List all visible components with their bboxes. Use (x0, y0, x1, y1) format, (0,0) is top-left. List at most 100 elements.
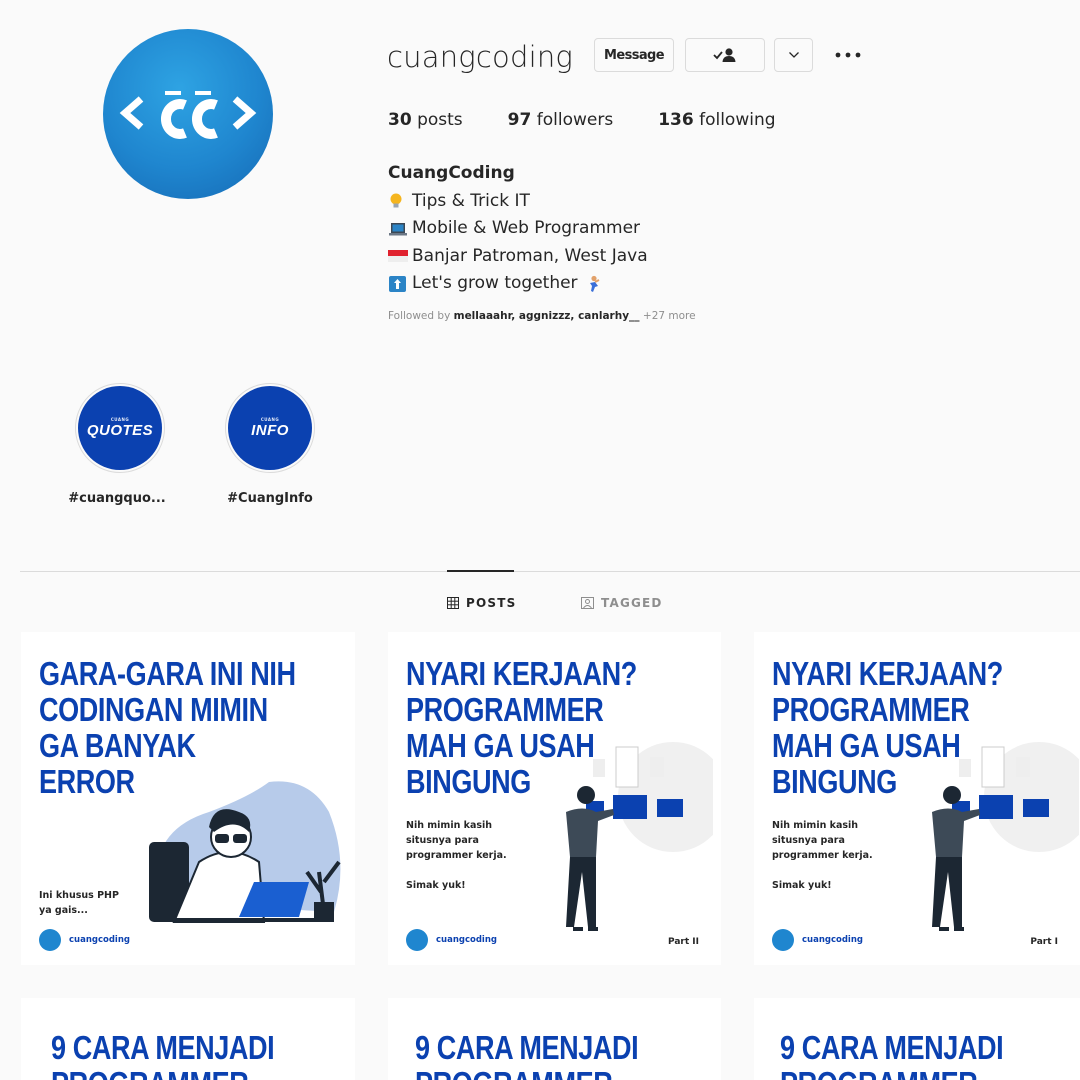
post-title-line: NYARI KERJAAN? (772, 655, 1003, 692)
followers-count-label: followers (536, 110, 614, 130)
post-subtext-line: ya gais... (39, 905, 88, 916)
highlight-info[interactable]: CUANG INFO (225, 383, 315, 473)
cc-logo-icon (772, 929, 794, 951)
highlight-cover-small: CUANG (260, 417, 280, 422)
post-subtext: Nih mimin kasih situsnya para programmer… (772, 818, 873, 893)
post-title-line: 9 CARA MENJADI (415, 1029, 639, 1066)
followed-by-more: +27 more (642, 310, 696, 322)
message-button-label: Message (604, 47, 665, 63)
followed-by-prefix: Followed by (388, 310, 451, 322)
bio-line-location: Banjar Patroman, West Java (388, 243, 648, 271)
suggested-dropdown-button[interactable] (774, 38, 813, 72)
bio-line-programmer: Mobile & Web Programmer (388, 215, 648, 243)
job-search-illustration (566, 742, 713, 931)
followed-by[interactable]: Followed by mellaaahr, aggnizzz, canlarh… (388, 310, 696, 322)
posts-count: 30 posts (388, 110, 463, 130)
post-subtext-line: situsnya para (772, 835, 845, 846)
up-arrow-icon (389, 275, 406, 292)
tab-posts-label: POSTS (466, 596, 517, 610)
tab-tagged[interactable]: TAGGED (581, 596, 663, 610)
following-button[interactable] (685, 38, 765, 72)
post-subtext-line: Ini khusus PHP (39, 890, 119, 901)
highlight-cover-title: INFO (251, 422, 289, 439)
post-subtext-line: programmer kerja. (772, 850, 873, 861)
post-subtext: Ini khusus PHP ya gais... (39, 888, 119, 918)
post-tile[interactable]: 9 CARA MENJADI PROGRAMMER (754, 998, 1080, 1080)
profile-bio: CuangCoding Tips & Trick IT Mobile & Web… (388, 160, 648, 298)
post-footer: cuangcoding (406, 929, 497, 951)
post-title-line: PROGRAMMER (415, 1066, 638, 1080)
bio-line-text: Tips & Trick IT (412, 190, 530, 211)
person-running-icon (589, 275, 600, 292)
tag-portrait-icon (581, 597, 594, 609)
active-tab-indicator (447, 570, 514, 572)
highlight-cover: CUANG INFO (228, 386, 312, 470)
post-title-line: GARA-GARA INI NIH (39, 655, 296, 692)
grid-icon (447, 597, 459, 609)
tab-tagged-label: TAGGED (601, 596, 663, 610)
profile-username: cuangcoding (387, 40, 574, 74)
post-subtext-line: Nih mimin kasih (406, 820, 493, 831)
post-title-line: PROGRAMMER (772, 691, 970, 728)
post-title-line: CODINGAN MIMIN (39, 691, 268, 728)
highlight-cover-small: CUANG (110, 417, 130, 422)
post-subtext-line: Simak yuk! (406, 880, 466, 891)
post-title-line: NYARI KERJAAN? (406, 655, 637, 692)
bio-line-text: Mobile & Web Programmer (412, 218, 641, 238)
laptop-icon (389, 222, 407, 236)
post-subtext-line (772, 863, 873, 878)
followed-by-names: mellaaahr, aggnizzz, canlarhy__ (453, 310, 640, 322)
post-tile[interactable]: NYARI KERJAAN? PROGRAMMER MAH GA USAH BI… (388, 632, 721, 965)
post-footer-handle: cuangcoding (802, 935, 863, 945)
post-title-line: PROGRAMMER (406, 691, 604, 728)
following-count-label: following (699, 110, 776, 130)
tab-posts[interactable]: POSTS (447, 596, 516, 610)
indonesia-flag-icon (388, 250, 408, 263)
cc-logo-icon (119, 91, 257, 139)
following-count-value: 136 (658, 110, 694, 130)
post-subtext-line: programmer kerja. (406, 850, 507, 861)
profile-stats: 30 posts 97 followers 136 following (388, 110, 821, 130)
message-button[interactable]: Message (594, 38, 674, 72)
following-link[interactable]: 136 following (658, 110, 775, 130)
post-title-line: PROGRAMMER (780, 1066, 1003, 1080)
user-check-icon (713, 48, 736, 62)
post-footer-handle: cuangcoding (69, 935, 130, 945)
highlight-label[interactable]: #CuangInfo (215, 491, 325, 506)
highlight-cover: CUANG QUOTES (78, 386, 162, 470)
post-subtext-line: situsnya para (406, 835, 479, 846)
profile-avatar[interactable] (103, 29, 273, 199)
lightbulb-icon (390, 193, 402, 208)
post-tile[interactable]: 9 CARA MENJADI PROGRAMMER (388, 998, 721, 1080)
post-part-label: Part II (668, 937, 699, 947)
more-options-button[interactable] (832, 43, 864, 67)
post-footer-handle: cuangcoding (436, 935, 497, 945)
post-tile[interactable]: NYARI KERJAAN? PROGRAMMER MAH GA USAH BI… (754, 632, 1080, 965)
post-title-line: GA BANYAK (39, 727, 196, 764)
tabs-divider (20, 571, 1080, 572)
post-title-line: 9 CARA MENJADI (51, 1029, 275, 1066)
more-dots-icon (835, 52, 861, 58)
chevron-down-icon (788, 52, 799, 58)
post-title: 9 CARA MENJADI PROGRAMMER (780, 1029, 1004, 1080)
followers-link[interactable]: 97 followers (508, 110, 614, 130)
post-subtext-line: Nih mimin kasih (772, 820, 859, 831)
highlight-cover-title: QUOTES (86, 422, 154, 439)
profile-display-name: CuangCoding (388, 163, 515, 183)
highlight-quotes[interactable]: CUANG QUOTES (75, 383, 165, 473)
post-tile[interactable]: 9 CARA MENJADI PROGRAMMER (21, 998, 355, 1080)
post-title-line: 9 CARA MENJADI (780, 1029, 1004, 1066)
post-title-line: PROGRAMMER (51, 1066, 274, 1080)
post-subtext: Nih mimin kasih situsnya para programmer… (406, 818, 507, 893)
post-footer: cuangcoding (39, 929, 130, 951)
bio-line-tips: Tips & Trick IT (388, 188, 648, 216)
post-subtext-line: Simak yuk! (772, 880, 832, 891)
posts-count-value: 30 (388, 110, 412, 130)
post-tile[interactable]: GARA-GARA INI NIH CODINGAN MIMIN GA BANY… (21, 632, 355, 965)
post-title: 9 CARA MENJADI PROGRAMMER (51, 1029, 275, 1080)
job-search-illustration (932, 742, 1079, 931)
highlight-label[interactable]: #cuangquo... (62, 491, 172, 506)
cc-logo-icon (406, 929, 428, 951)
post-title: 9 CARA MENJADI PROGRAMMER (415, 1029, 639, 1080)
bio-line-text: Banjar Patroman, West Java (412, 245, 648, 266)
